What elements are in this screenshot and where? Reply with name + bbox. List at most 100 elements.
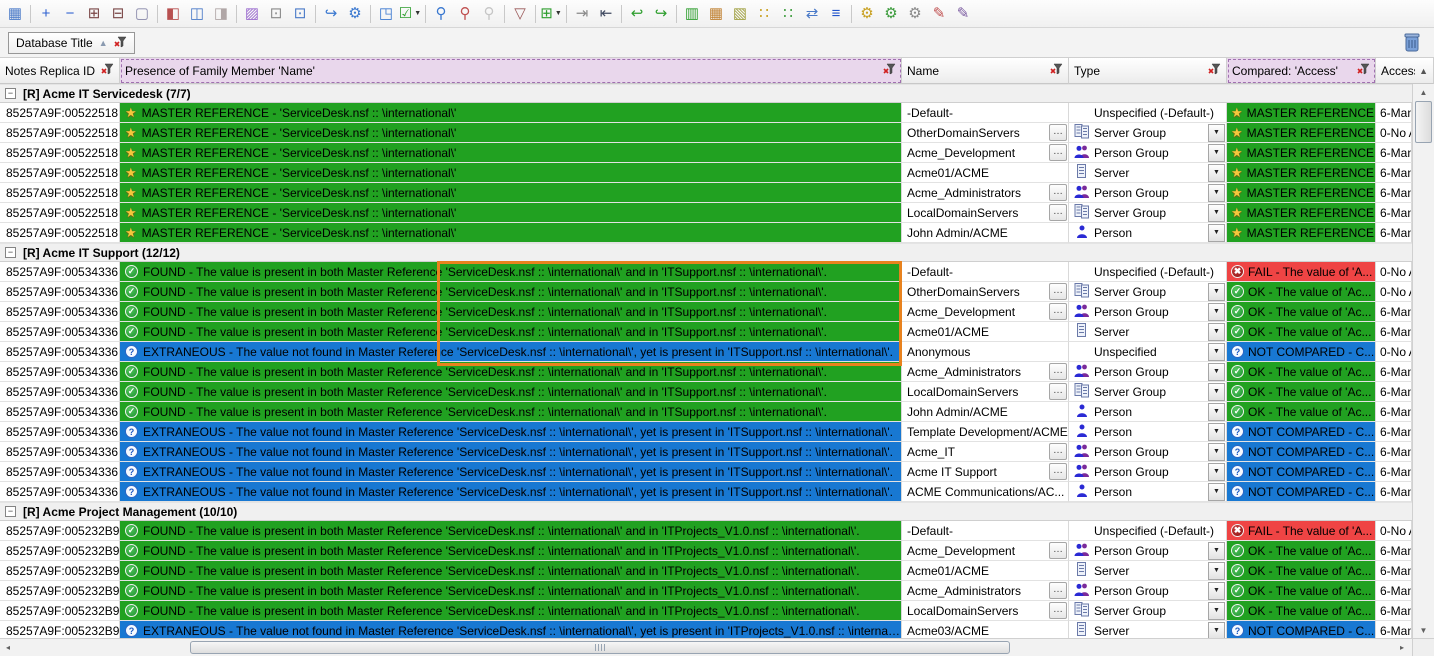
vertical-scroll-thumb[interactable]: [1415, 101, 1432, 143]
toolbar-select-region-button[interactable]: ▨: [240, 2, 264, 26]
clear-filter-icon[interactable]: [1357, 63, 1370, 78]
collapse-icon[interactable]: −: [5, 88, 16, 99]
table-row[interactable]: 85257A9F:00522518 ★ MASTER REFERENCE - 'Se…: [0, 103, 1412, 123]
table-row[interactable]: 85257A9F:005232B9 ✓ FOUND - The value is p…: [0, 521, 1412, 541]
type-dropdown-button[interactable]: ▼: [1208, 143, 1225, 162]
table-row[interactable]: 85257A9F:005232B9 ✓ FOUND - The value is p…: [0, 541, 1412, 561]
ellipsis-button[interactable]: …: [1049, 542, 1067, 559]
ellipsis-button[interactable]: …: [1049, 383, 1067, 400]
ellipsis-button[interactable]: …: [1049, 204, 1067, 221]
table-row[interactable]: 85257A9F:005232B9 ✓ FOUND - The value is p…: [0, 601, 1412, 621]
type-dropdown-button[interactable]: ▼: [1208, 203, 1225, 222]
toolbar-add-comparison-button[interactable]: +: [34, 2, 58, 26]
group-by-database-title-button[interactable]: Database Title ▲: [8, 32, 135, 54]
type-dropdown-button[interactable]: ▼: [1208, 382, 1225, 401]
column-header-name[interactable]: Name: [902, 58, 1069, 84]
horizontal-scroll-thumb[interactable]: [190, 641, 1010, 654]
type-dropdown-button[interactable]: ▼: [1208, 442, 1225, 461]
table-row[interactable]: 85257A9F:00534336 ✓ FOUND - The value is p…: [0, 282, 1412, 302]
table-row[interactable]: 85257A9F:00534336 ✓ FOUND - The value is p…: [0, 362, 1412, 382]
clear-filter-icon[interactable]: [1208, 63, 1221, 78]
toolbar-revert-all-button[interactable]: ↪: [649, 2, 673, 26]
toolbar-mark-column-gray-button[interactable]: ◨: [209, 2, 233, 26]
table-row[interactable]: 85257A9F:00522518 ★ MASTER REFERENCE - 'Se…: [0, 163, 1412, 183]
table-row[interactable]: 85257A9F:00534336? EXTRANEOUS - The value…: [0, 442, 1412, 462]
toolbar-show-columns-button[interactable]: ▥: [680, 2, 704, 26]
ellipsis-button[interactable]: …: [1049, 582, 1067, 599]
chevron-down-icon[interactable]: ▼: [414, 10, 421, 17]
toolbar-mark-column-blue-button[interactable]: ◫: [185, 2, 209, 26]
vertical-scrollbar[interactable]: ▲ ▼: [1412, 84, 1434, 638]
table-row[interactable]: 85257A9F:005232B9 ✓ FOUND - The value is p…: [0, 561, 1412, 581]
group-header-row[interactable]: − [R] Acme IT Support (12/12): [0, 243, 1412, 262]
type-dropdown-button[interactable]: ▼: [1208, 163, 1225, 182]
type-dropdown-button[interactable]: ▼: [1208, 422, 1225, 441]
table-row[interactable]: 85257A9F:00522518 ★ MASTER REFERENCE - 'Se…: [0, 223, 1412, 243]
toolbar-promote-level-button[interactable]: ⊞: [82, 2, 106, 26]
ellipsis-button[interactable]: …: [1049, 363, 1067, 380]
table-row[interactable]: 85257A9F:00522518 ★ MASTER REFERENCE - 'Se…: [0, 203, 1412, 223]
ellipsis-button[interactable]: …: [1049, 144, 1067, 161]
toolbar-demote-level-button[interactable]: ⊟: [106, 2, 130, 26]
toolbar-zoom-in-button[interactable]: ⚲: [429, 2, 453, 26]
collapse-icon[interactable]: −: [5, 506, 16, 517]
type-dropdown-button[interactable]: ▼: [1208, 581, 1225, 600]
toolbar-clear-filters-button[interactable]: ▽: [508, 2, 532, 26]
clear-filter-icon[interactable]: [883, 63, 896, 78]
type-dropdown-button[interactable]: ▼: [1208, 462, 1225, 481]
toolbar-export-report-button[interactable]: ↪: [319, 2, 343, 26]
toolbar-merge-entries-button[interactable]: ⇄: [800, 2, 824, 26]
toolbar-edit-table-button[interactable]: ▦: [704, 2, 728, 26]
table-row[interactable]: 85257A9F:00534336 ✓ FOUND - The value is p…: [0, 262, 1412, 282]
toolbar-select-scope-button[interactable]: ▢: [130, 2, 154, 26]
ellipsis-button[interactable]: …: [1049, 443, 1067, 460]
ellipsis-button[interactable]: …: [1049, 602, 1067, 619]
column-header-access[interactable]: Access ▲: [1376, 58, 1434, 84]
horizontal-scrollbar[interactable]: ◂ ▸: [0, 638, 1412, 656]
type-dropdown-button[interactable]: ▼: [1208, 322, 1225, 341]
ellipsis-button[interactable]: …: [1049, 124, 1067, 141]
type-dropdown-button[interactable]: ▼: [1208, 342, 1225, 361]
ellipsis-button[interactable]: …: [1049, 303, 1067, 320]
toolbar-open-results-window-button[interactable]: ◳: [374, 2, 398, 26]
collapse-icon[interactable]: −: [5, 247, 16, 258]
table-row[interactable]: 85257A9F:005232B9? EXTRANEOUS - The value…: [0, 621, 1412, 638]
table-row[interactable]: 85257A9F:00534336? EXTRANEOUS - The value…: [0, 342, 1412, 362]
table-row[interactable]: 85257A9F:00534336? EXTRANEOUS - The value…: [0, 462, 1412, 482]
toolbar-add-annotation-button[interactable]: ⊞ ▼: [539, 2, 563, 26]
table-row[interactable]: 85257A9F:005232B9 ✓ FOUND - The value is p…: [0, 581, 1412, 601]
type-dropdown-button[interactable]: ▼: [1208, 621, 1225, 638]
table-row[interactable]: 85257A9F:00534336? EXTRANEOUS - The value…: [0, 422, 1412, 442]
clear-filter-icon[interactable]: [114, 36, 127, 51]
scroll-left-arrow-icon[interactable]: ◂: [0, 639, 16, 656]
clear-filter-icon[interactable]: [101, 63, 114, 78]
toolbar-copy-table-button[interactable]: ⊡: [288, 2, 312, 26]
ellipsis-button[interactable]: …: [1049, 283, 1067, 300]
toolbar-comment-table-button[interactable]: ▧: [728, 2, 752, 26]
type-dropdown-button[interactable]: ▼: [1208, 561, 1225, 580]
toolbar-zoom-out-button[interactable]: ⚲: [477, 2, 501, 26]
table-row[interactable]: 85257A9F:00534336 ✓ FOUND - The value is p…: [0, 402, 1412, 422]
trash-button[interactable]: [1399, 31, 1425, 56]
toolbar-import-row-button[interactable]: ⇤: [594, 2, 618, 26]
type-dropdown-button[interactable]: ▼: [1208, 302, 1225, 321]
table-row[interactable]: 85257A9F:00522518 ★ MASTER REFERENCE - 'Se…: [0, 143, 1412, 163]
table-row[interactable]: 85257A9F:00534336? EXTRANEOUS - The value…: [0, 482, 1412, 502]
ellipsis-button[interactable]: …: [1049, 184, 1067, 201]
column-header-type[interactable]: Type: [1069, 58, 1227, 84]
toolbar-validation-menu-button[interactable]: ☑ ▼: [398, 2, 422, 26]
table-row[interactable]: 85257A9F:00534336 ✓ FOUND - The value is p…: [0, 302, 1412, 322]
toolbar-settings-folder-button[interactable]: ⚙: [903, 2, 927, 26]
type-dropdown-button[interactable]: ▼: [1208, 482, 1225, 501]
toolbar-mark-column-red-button[interactable]: ◧: [161, 2, 185, 26]
type-dropdown-button[interactable]: ▼: [1208, 541, 1225, 560]
toolbar-settings-save-button[interactable]: ⚙: [855, 2, 879, 26]
group-header-row[interactable]: − [R] Acme IT Servicedesk (7/7): [0, 84, 1412, 103]
toolbar-export-row-button[interactable]: ⇥: [570, 2, 594, 26]
table-row[interactable]: 85257A9F:00522518 ★ MASTER REFERENCE - 'Se…: [0, 123, 1412, 143]
chevron-down-icon[interactable]: ▼: [555, 10, 562, 17]
toolbar-export-options-button[interactable]: ⚙: [343, 2, 367, 26]
toolbar-remove-comparison-button[interactable]: −: [58, 2, 82, 26]
type-dropdown-button[interactable]: ▼: [1208, 282, 1225, 301]
toolbar-settings-apply-button[interactable]: ⚙: [879, 2, 903, 26]
